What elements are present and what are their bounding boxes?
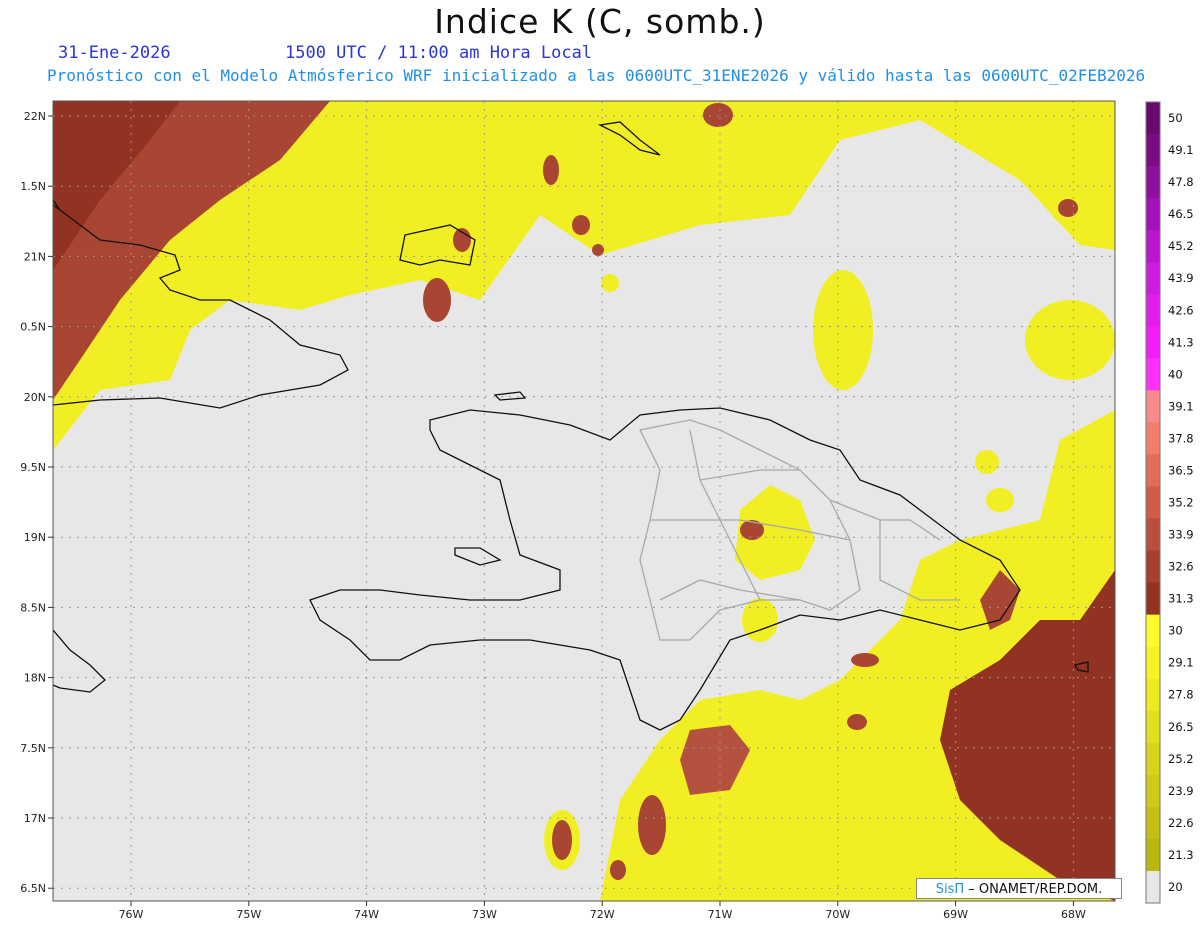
lon-label: 71W [708,908,733,921]
lat-label: 20N [24,391,46,404]
colorbar-swatch [1146,806,1160,840]
colorbar-swatch [1146,198,1160,231]
colorbar-label: 26.5 [1168,720,1194,734]
colorbar-swatch [1146,102,1160,135]
colorbar-label: 49.1 [1168,143,1194,157]
k-cell [638,795,666,855]
lat-label: 9.5N [20,461,46,474]
colorbar-label: 41.3 [1168,335,1194,349]
colorbar-label: 29.1 [1168,656,1194,670]
colorbar-label: 32.6 [1168,560,1194,574]
colorbar: 50 49.1 47.8 46.5 45.2 43.9 42.6 41.3 40 39.1 37.8… [1145,101,1194,904]
colorbar-swatch [1146,166,1160,199]
k-field-yellow-central [742,598,778,642]
colorbar-label: 33.9 [1168,528,1194,542]
lon-label: 68W [1061,908,1086,921]
colorbar-swatch [1146,550,1160,584]
colorbar-label: 45.2 [1168,239,1194,253]
k-cell [1058,199,1078,217]
lat-label: 0.5N [20,321,46,334]
k-cell [552,820,572,860]
k-cell [543,155,559,185]
colorbar-swatch [1146,230,1160,263]
credit-text: – ONAMET/REP.DOM. [964,882,1103,897]
credit-box: SisΠ – ONAMET/REP.DOM. [916,878,1122,899]
colorbar-label: 23.9 [1168,784,1194,798]
lat-label: 18N [24,672,46,685]
lat-label: 6.5N [20,882,46,895]
colorbar-swatch [1146,710,1160,744]
lon-label: 73W [472,908,497,921]
colorbar-label: 31.3 [1168,592,1194,606]
colorbar-label: 35.2 [1168,496,1194,510]
colorbar-swatch [1146,294,1160,327]
lat-label: 7.5N [20,742,46,755]
colorbar-label: 42.6 [1168,303,1194,317]
colorbar-label: 37.8 [1168,431,1194,445]
lon-label: 74W [354,908,379,921]
colorbar-label: 40 [1168,367,1183,381]
colorbar-label: 25.2 [1168,752,1194,766]
colorbar-swatch [1146,646,1160,680]
k-cell [572,215,590,235]
lon-label: 70W [825,908,850,921]
colorbar-label: 47.8 [1168,175,1194,189]
k-field-yellow-island [1025,300,1115,380]
colorbar-swatch [1146,486,1160,520]
colorbar-label: 22.6 [1168,816,1194,830]
longitude-axis: 76W 75W 74W 73W 72W 71W 70W 69W 68W [119,901,1086,921]
colorbar-swatch [1146,678,1160,712]
colorbar-label: 46.5 [1168,207,1194,221]
lat-label: 1.5N [20,180,46,193]
lon-label: 76W [119,908,144,921]
colorbar-swatch [1146,582,1160,616]
colorbar-swatch [1146,742,1160,776]
lat-label: 8.5N [20,601,46,614]
lat-label: 22N [24,110,46,123]
colorbar-label: 50 [1168,111,1183,125]
colorbar-label: 27.8 [1168,688,1194,702]
colorbar-label: 36.5 [1168,463,1194,477]
colorbar-swatch [1146,838,1160,872]
k-field-yellow-island [813,270,873,390]
colorbar-swatch [1146,614,1160,648]
k-field-yellow-island [986,488,1014,512]
k-cell [847,714,867,730]
lon-label: 69W [943,908,968,921]
lat-label: 21N [24,250,46,263]
k-cell [423,278,451,322]
colorbar-swatch [1146,870,1160,904]
k-field-yellow-island [975,450,999,474]
credit-brand: SisΠ [935,882,965,897]
colorbar-swatch [1146,326,1160,359]
lon-label: 72W [590,908,615,921]
k-field-yellow-island [601,274,619,292]
colorbar-swatch [1146,422,1160,455]
k-cell [610,860,626,880]
colorbar-label: 30 [1168,624,1183,638]
colorbar-swatch [1146,454,1160,487]
k-index-map: 22N 1.5N 21N 0.5N 20N 9.5N 19N 8.5N 18N 7.5N 17N 6.… [20,100,1194,921]
colorbar-swatch [1146,518,1160,552]
colorbar-label: 20 [1168,880,1183,894]
colorbar-label: 43.9 [1168,271,1194,285]
lon-label: 75W [236,908,261,921]
k-cell [851,653,879,667]
colorbar-swatch [1146,774,1160,808]
k-cell [703,103,733,127]
latitude-axis: 22N 1.5N 21N 0.5N 20N 9.5N 19N 8.5N 18N 7.5N 17N 6.… [20,110,53,895]
colorbar-swatch [1146,358,1160,391]
colorbar-swatch [1146,134,1160,167]
lat-label: 17N [24,812,46,825]
colorbar-label: 21.3 [1168,848,1194,862]
lat-label: 19N [24,531,46,544]
colorbar-swatch [1146,262,1160,295]
colorbar-swatch [1146,390,1160,423]
colorbar-label: 39.1 [1168,399,1194,413]
